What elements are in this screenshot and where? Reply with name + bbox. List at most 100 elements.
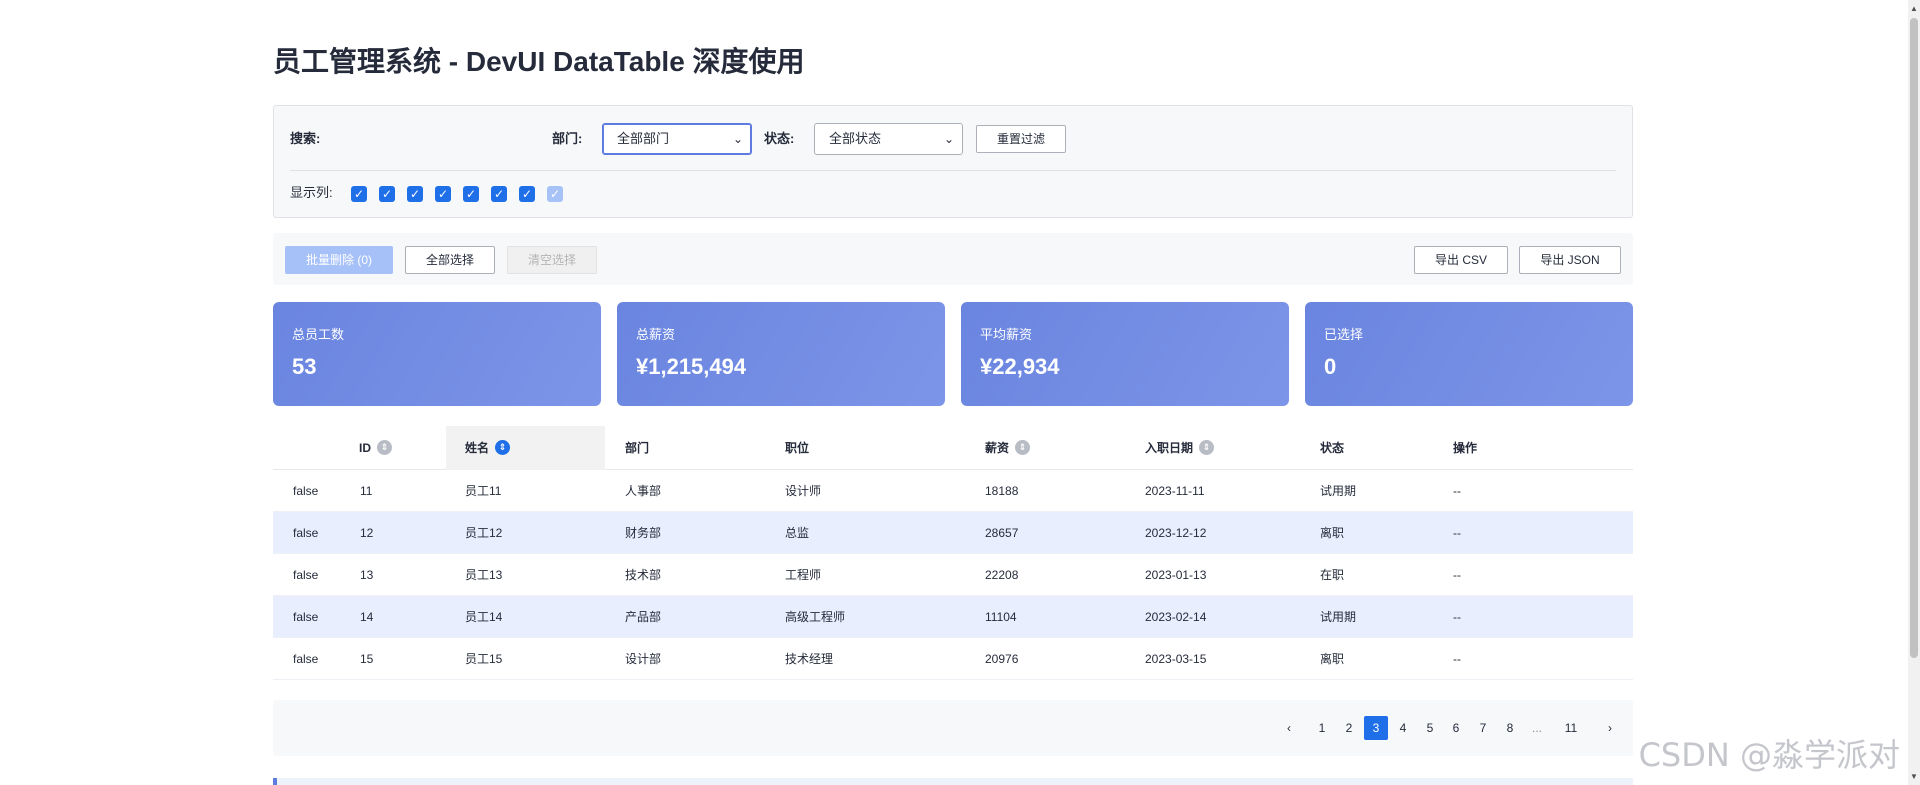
table-header: ID ⇕ 姓名 ⇕ 部门 职位 薪资 ⇕ 入职日期 ⇕ 状态 操作 <box>273 426 1633 470</box>
page-button[interactable]: 4 <box>1391 716 1415 740</box>
stat-label: 已选择 <box>1324 327 1364 342</box>
cell-status: 试用期 <box>1320 610 1357 624</box>
cell-name: 员工11 <box>465 484 502 498</box>
cell-actions: -- <box>1453 526 1461 540</box>
export-csv-button[interactable]: 导出 CSV <box>1414 246 1508 274</box>
department-select[interactable]: 全部部门 ⌄ <box>602 123 752 155</box>
info-panel-accent <box>273 778 277 785</box>
table-row[interactable]: false 13 员工13 技术部 工程师 22208 2023-01-13 在… <box>273 554 1633 596</box>
cell-department: 财务部 <box>625 526 662 540</box>
table-row[interactable]: false 15 员工15 设计部 技术经理 20976 2023-03-15 … <box>273 638 1633 680</box>
columns-label: 显示列: <box>290 185 333 200</box>
cell-position: 设计师 <box>785 484 822 498</box>
column-checkbox[interactable]: ✓ <box>379 186 395 202</box>
reset-filter-button[interactable]: 重置过滤 <box>976 125 1066 153</box>
cell-hire-date: 2023-11-11 <box>1145 484 1205 498</box>
cell-id: 13 <box>360 568 374 582</box>
pagination: ‹ 1 2 3 4 5 6 7 8 ... 11 › <box>273 700 1633 756</box>
column-header-name[interactable]: 姓名 ⇕ <box>446 426 605 470</box>
column-checkbox[interactable]: ✓ <box>463 186 479 202</box>
cell-selected: false <box>293 568 319 582</box>
pagination-next-icon[interactable]: › <box>1598 716 1622 740</box>
status-select[interactable]: 全部状态 ⌄ <box>814 123 963 155</box>
page-button[interactable]: 5 <box>1418 716 1442 740</box>
sort-icon[interactable]: ⇕ <box>1199 440 1215 456</box>
page-button[interactable]: 7 <box>1471 716 1495 740</box>
stat-value: ¥22,934 <box>980 354 1060 379</box>
sort-icon[interactable]: ⇕ <box>377 440 392 456</box>
cell-department: 技术部 <box>625 568 662 582</box>
stat-label: 平均薪资 <box>980 327 1033 342</box>
page-button[interactable]: 2 <box>1337 716 1361 740</box>
cell-salary: 18188 <box>985 484 1019 498</box>
vertical-scrollbar[interactable]: ▲ ▼ <box>1908 0 1920 785</box>
column-checkbox[interactable]: ✓ <box>435 186 451 202</box>
page-button-current[interactable]: 3 <box>1364 716 1388 740</box>
action-toolbar: 批量删除 (0) 全部选择 清空选择 导出 CSV 导出 JSON <box>273 233 1633 285</box>
column-checkbox[interactable]: ✓ <box>407 186 423 202</box>
chevron-down-icon: ⌄ <box>943 132 954 146</box>
column-header-id[interactable]: ID ⇕ <box>359 426 392 470</box>
watermark: CSDN @淼学派对 <box>1638 736 1900 774</box>
stat-card-average-salary: 平均薪资 ¥22,934 <box>961 302 1289 406</box>
cell-salary: 20976 <box>985 652 1019 666</box>
export-json-button[interactable]: 导出 JSON <box>1519 246 1621 274</box>
column-header-actions: 操作 <box>1453 441 1478 455</box>
status-select-value: 全部状态 <box>829 131 882 146</box>
department-select-value: 全部部门 <box>617 131 670 146</box>
sort-icon[interactable]: ⇕ <box>1015 440 1031 456</box>
header-label: 姓名 <box>465 441 490 455</box>
scrollbar-thumb[interactable] <box>1910 18 1918 658</box>
column-checkbox[interactable]: ✓ <box>519 186 535 202</box>
pagination-prev-icon[interactable]: ‹ <box>1277 716 1301 740</box>
cell-actions: -- <box>1453 610 1461 624</box>
stat-label: 总薪资 <box>636 327 676 342</box>
cell-position: 工程师 <box>785 568 822 582</box>
cell-hire-date: 2023-03-15 <box>1145 652 1207 666</box>
table-row[interactable]: false 11 员工11 人事部 设计师 18188 2023-11-11 试… <box>273 470 1633 512</box>
scroll-down-icon[interactable]: ▼ <box>1910 772 1918 781</box>
cell-hire-date: 2023-12-12 <box>1145 526 1207 540</box>
column-checkbox[interactable]: ✓ <box>351 186 367 202</box>
cell-department: 产品部 <box>625 610 662 624</box>
department-label: 部门: <box>552 131 583 146</box>
cell-actions: -- <box>1453 652 1461 666</box>
stat-card-total-salary: 总薪资 ¥1,215,494 <box>617 302 945 406</box>
cell-salary: 11104 <box>985 610 1017 624</box>
page-button[interactable]: 6 <box>1444 716 1468 740</box>
cell-id: 11 <box>360 484 373 498</box>
cell-status: 试用期 <box>1320 484 1357 498</box>
cell-status: 离职 <box>1320 652 1345 666</box>
cell-name: 员工15 <box>465 652 503 666</box>
page-button[interactable]: 1 <box>1310 716 1334 740</box>
page-button[interactable]: 11 <box>1556 716 1586 740</box>
info-panel-edge <box>273 778 1633 785</box>
column-header-hire-date[interactable]: 入职日期 ⇕ <box>1145 426 1215 470</box>
header-label: 入职日期 <box>1145 441 1194 455</box>
header-label: ID <box>359 441 371 455</box>
column-checkbox[interactable]: ✓ <box>491 186 507 202</box>
select-all-button[interactable]: 全部选择 <box>405 246 495 274</box>
column-header-department: 部门 <box>625 441 650 455</box>
cell-id: 12 <box>360 526 374 540</box>
table-row[interactable]: false 14 员工14 产品部 高级工程师 11104 2023-02-14… <box>273 596 1633 638</box>
cell-position: 总监 <box>785 526 810 540</box>
cell-name: 员工12 <box>465 526 503 540</box>
cell-department: 人事部 <box>625 484 662 498</box>
filter-divider <box>290 170 1616 171</box>
column-header-salary[interactable]: 薪资 ⇕ <box>985 426 1031 470</box>
cell-selected: false <box>293 484 319 498</box>
batch-delete-button[interactable]: 批量删除 (0) <box>285 246 393 274</box>
stat-value: ¥1,215,494 <box>636 354 747 379</box>
scroll-up-icon[interactable]: ▲ <box>1910 4 1918 13</box>
cell-id: 14 <box>360 610 374 624</box>
clear-selection-button[interactable]: 清空选择 <box>507 246 597 274</box>
cell-name: 员工14 <box>465 610 503 624</box>
cell-position: 技术经理 <box>785 652 834 666</box>
search-label: 搜索: <box>290 131 321 146</box>
table-row[interactable]: false 12 员工12 财务部 总监 28657 2023-12-12 离职… <box>273 512 1633 554</box>
page-button[interactable]: 8 <box>1498 716 1522 740</box>
sort-icon[interactable]: ⇕ <box>495 440 511 456</box>
page-ellipsis: ... <box>1531 721 1542 735</box>
page-title: 员工管理系统 - DevUI DataTable 深度使用 <box>273 46 805 77</box>
